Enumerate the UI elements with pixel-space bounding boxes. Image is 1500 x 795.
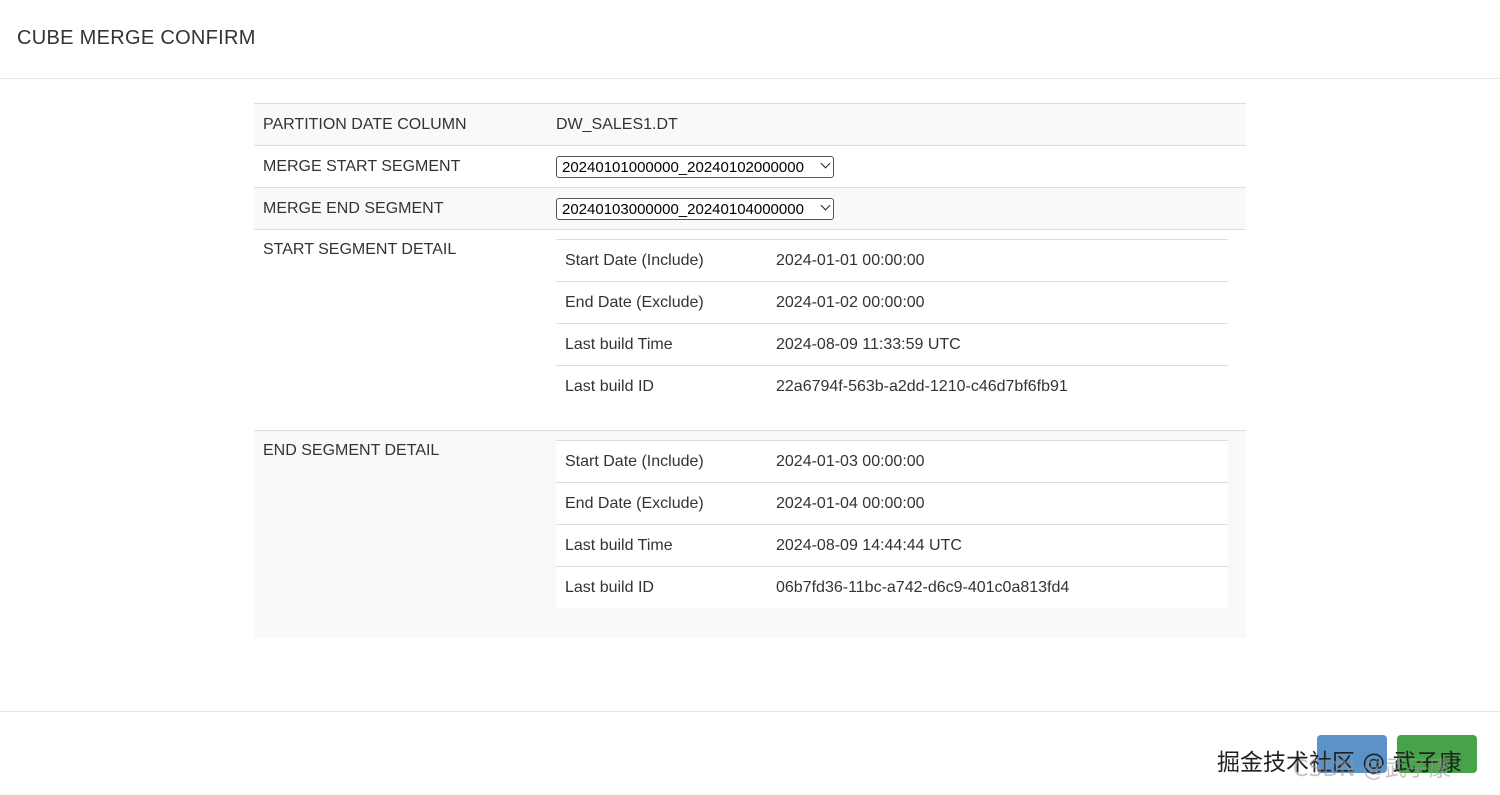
detail-key: Last build Time [556,323,776,366]
detail-value: 2024-08-09 14:44:44 UTC [776,524,1228,567]
start-segment-detail-row: START SEGMENT DETAIL Start Date (Include… [254,229,1246,431]
merge-start-label-cell: MERGE START SEGMENT [254,145,556,188]
partition-date-value-cell: DW_SALES1.DT [556,103,1246,146]
detail-row: Last build ID 22a6794f-563b-a2dd-1210-c4… [556,365,1228,407]
modal-footer: 掘金技术社区 @ 武子康 CSDN @武子康 [0,711,1500,795]
merge-start-label: MERGE START SEGMENT [263,158,461,175]
partition-date-value: DW_SALES1.DT [556,116,678,133]
detail-key: End Date (Exclude) [556,482,776,525]
modal-header: CUBE MERGE CONFIRM [0,0,1500,79]
end-segment-detail-row: END SEGMENT DETAIL Start Date (Include) … [254,430,1246,638]
detail-value: 2024-01-02 00:00:00 [776,281,1228,324]
merge-end-label-cell: MERGE END SEGMENT [254,187,556,230]
detail-value: 2024-01-03 00:00:00 [776,440,1228,483]
merge-end-label: MERGE END SEGMENT [263,200,444,217]
merge-end-value-cell: 20240103000000_20240104000000 [556,187,1246,230]
merge-end-row: MERGE END SEGMENT 20240103000000_2024010… [254,187,1246,230]
detail-key: Last build ID [556,566,776,608]
cube-merge-modal: CUBE MERGE CONFIRM PARTITION DATE COLUMN… [0,0,1500,795]
detail-value: 06b7fd36-11bc-a742-d6c9-401c0a813fd4 [776,566,1228,608]
start-detail-label: START SEGMENT DETAIL [263,241,457,258]
start-detail-label-cell: START SEGMENT DETAIL [254,229,556,431]
partition-date-label: PARTITION DATE COLUMN [263,116,467,133]
merge-start-selected: 20240101000000_20240102000000 [562,159,804,176]
chevron-down-icon [820,158,831,169]
detail-key: Start Date (Include) [556,440,776,483]
detail-key: Last build Time [556,524,776,567]
end-segment-detail-table: Start Date (Include) 2024-01-03 00:00:00… [556,440,1228,608]
detail-row: Start Date (Include) 2024-01-03 00:00:00 [556,440,1228,483]
detail-row: End Date (Exclude) 2024-01-04 00:00:00 [556,482,1228,525]
start-detail-cell: Start Date (Include) 2024-01-01 00:00:00… [556,229,1246,431]
modal-title: CUBE MERGE CONFIRM [17,27,256,49]
watermark: 掘金技术社区 @ 武子康 CSDN @武子康 [1217,743,1462,782]
partition-date-label-cell: PARTITION DATE COLUMN [254,103,556,146]
end-detail-label-cell: END SEGMENT DETAIL [254,430,556,638]
detail-key: Start Date (Include) [556,239,776,282]
merge-end-selected: 20240103000000_20240104000000 [562,201,804,218]
watermark-ghost: CSDN @武子康 [1293,757,1451,782]
start-segment-detail-table: Start Date (Include) 2024-01-01 00:00:00… [556,239,1228,407]
merge-start-value-cell: 20240101000000_20240102000000 [556,145,1246,188]
detail-row: Last build Time 2024-08-09 11:33:59 UTC [556,323,1228,366]
end-detail-label: END SEGMENT DETAIL [263,442,440,459]
chevron-down-icon [820,200,831,211]
detail-value: 2024-08-09 11:33:59 UTC [776,323,1228,366]
detail-row: Last build Time 2024-08-09 14:44:44 UTC [556,524,1228,567]
end-detail-cell: Start Date (Include) 2024-01-03 00:00:00… [556,430,1246,638]
merge-start-select[interactable]: 20240101000000_20240102000000 [556,156,834,178]
merge-end-select[interactable]: 20240103000000_20240104000000 [556,198,834,220]
merge-form-table: PARTITION DATE COLUMN DW_SALES1.DT MERGE… [254,103,1246,638]
detail-key: End Date (Exclude) [556,281,776,324]
merge-start-row: MERGE START SEGMENT 20240101000000_20240… [254,145,1246,188]
detail-key: Last build ID [556,365,776,407]
detail-row: Last build ID 06b7fd36-11bc-a742-d6c9-40… [556,566,1228,608]
detail-row: Start Date (Include) 2024-01-01 00:00:00 [556,239,1228,282]
modal-body: PARTITION DATE COLUMN DW_SALES1.DT MERGE… [0,79,1500,711]
partition-date-row: PARTITION DATE COLUMN DW_SALES1.DT [254,103,1246,146]
detail-row: End Date (Exclude) 2024-01-02 00:00:00 [556,281,1228,324]
detail-value: 22a6794f-563b-a2dd-1210-c46d7bf6fb91 [776,365,1228,407]
detail-value: 2024-01-04 00:00:00 [776,482,1228,525]
detail-value: 2024-01-01 00:00:00 [776,239,1228,282]
